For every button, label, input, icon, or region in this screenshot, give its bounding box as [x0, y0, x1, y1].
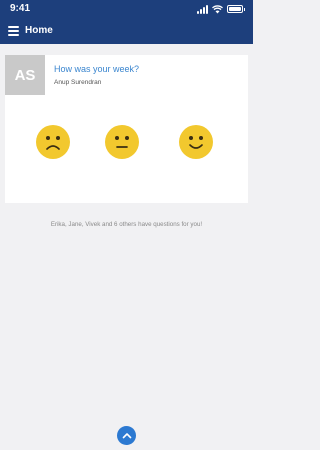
scroll-up-button[interactable]	[117, 426, 136, 445]
nav-bar: Home	[0, 22, 253, 42]
status-time: 9:41	[10, 3, 31, 14]
app-header: 9:41 Home	[0, 0, 253, 44]
questions-note: Erika, Jane, Vivek and 6 others have que…	[50, 221, 203, 228]
avatar: AS	[5, 55, 45, 95]
page-title: Home	[25, 25, 53, 36]
question-author: Anup Surendran	[54, 79, 102, 86]
chevron-up-icon	[122, 433, 131, 439]
wifi-icon	[212, 4, 223, 13]
hamburger-menu-icon[interactable]	[8, 26, 19, 36]
battery-icon	[227, 5, 245, 13]
frown-face-icon[interactable]	[36, 125, 70, 159]
signal-icon	[197, 4, 208, 14]
smile-face-icon[interactable]	[179, 125, 213, 159]
neutral-face-icon[interactable]	[105, 125, 139, 159]
question-title: How was your week?	[54, 64, 140, 74]
mood-options	[5, 125, 248, 159]
question-card: AS How was your week? Anup Surendran	[5, 55, 248, 203]
status-icons	[197, 4, 245, 14]
status-bar: 9:41	[0, 0, 253, 20]
